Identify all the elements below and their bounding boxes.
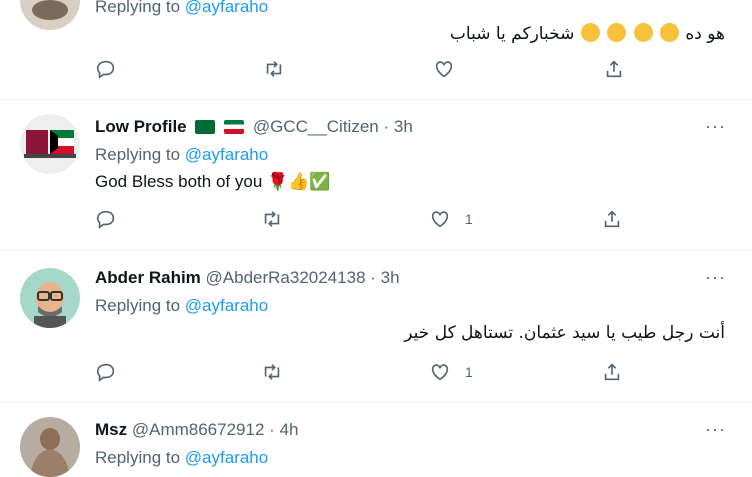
user-handle[interactable]: @AbderRa32024138 (206, 268, 366, 287)
display-name[interactable]: Abder Rahim (95, 268, 201, 287)
reply-button[interactable] (95, 208, 131, 230)
grin-emoji (633, 23, 653, 42)
avatar[interactable] (20, 0, 80, 30)
grin-emoji (607, 23, 627, 42)
timestamp[interactable]: 3h (394, 117, 413, 136)
avatar[interactable] (20, 268, 80, 328)
reply-button[interactable] (95, 361, 131, 383)
saudi-flag-icon (195, 120, 216, 134)
timestamp[interactable]: 3h (381, 268, 400, 287)
timestamp[interactable]: 4h (280, 420, 299, 439)
tweet-3[interactable]: Abder Rahim @AbderRa32024138 · 3h ··· Re… (0, 251, 752, 403)
display-name[interactable]: Msz (95, 420, 127, 439)
more-options-button[interactable]: ··· (705, 116, 726, 137)
share-icon (604, 210, 620, 228)
replying-to: Replying to @ayfaraho (95, 0, 268, 17)
tweet-header: Abder Rahim @AbderRa32024138 · 3h (95, 268, 400, 287)
reply-mention-link[interactable]: @ayfaraho (185, 296, 268, 315)
like-count: 1 (465, 211, 473, 227)
like-button[interactable]: 1 (429, 361, 473, 383)
reply-button[interactable] (95, 58, 131, 80)
avatar[interactable] (20, 114, 80, 174)
tweet-text: أنت رجل طيب يا سيد عثمان. تستاهل كل خير (404, 323, 725, 343)
retweet-icon (264, 211, 280, 227)
like-button[interactable]: 1 (429, 208, 473, 230)
more-options-button[interactable]: ··· (705, 419, 726, 440)
retweet-icon (264, 364, 280, 380)
share-button[interactable] (601, 361, 623, 383)
heart-icon (435, 61, 453, 78)
tweet-text: God Bless both of you 🌹👍✅ (95, 172, 331, 191)
share-button[interactable] (601, 208, 623, 230)
retweet-button[interactable] (263, 58, 299, 80)
tweet-actions: 1 (95, 361, 635, 385)
tweet-4[interactable]: Msz @Amm86672912 · 4h ··· Replying to @a… (0, 403, 752, 477)
tweet-actions: 1 (95, 208, 635, 232)
retweet-button[interactable] (261, 361, 297, 383)
like-button[interactable] (433, 58, 469, 80)
reply-icon (96, 210, 115, 229)
heart-icon (431, 211, 449, 228)
reply-icon (96, 363, 115, 382)
user-handle[interactable]: @GCC__Citizen (253, 117, 379, 136)
display-name[interactable]: Low Profile (95, 117, 187, 136)
share-icon (606, 60, 622, 78)
avatar[interactable] (20, 417, 80, 477)
reply-mention-link[interactable]: @ayfaraho (185, 145, 268, 164)
retweet-button[interactable] (261, 208, 297, 230)
retweet-icon (266, 61, 282, 77)
share-icon (604, 363, 620, 381)
reply-mention-link[interactable]: @ayfaraho (185, 0, 268, 16)
reply-icon (96, 60, 115, 79)
replying-to: Replying to @ayfaraho (95, 296, 269, 315)
kuwait-flag-icon (224, 120, 245, 134)
user-handle[interactable]: @Amm86672912 (132, 420, 265, 439)
replying-to: Replying to @ayfaraho (95, 448, 269, 467)
tweet-1[interactable]: Replying to @ayfaraho هو ده شخباركم يا ش… (0, 0, 752, 100)
tweet-header: Low Profile @GCC__Citizen · 3h (95, 117, 413, 136)
replying-to: Replying to @ayfaraho (95, 145, 269, 164)
tweet-text: هو ده شخباركم يا شباب (449, 23, 725, 44)
share-button[interactable] (603, 58, 625, 80)
grin-emoji (580, 23, 600, 42)
more-options-button[interactable]: ··· (705, 267, 726, 288)
like-count: 1 (465, 364, 473, 380)
tweet-actions (95, 58, 635, 82)
reply-mention-link[interactable]: @ayfaraho (185, 448, 268, 467)
tweet-2[interactable]: Low Profile @GCC__Citizen · 3h ··· Reply… (0, 100, 752, 251)
tweet-header: Msz @Amm86672912 · 4h (95, 420, 299, 439)
grin-emoji (659, 23, 679, 42)
heart-icon (431, 364, 449, 381)
